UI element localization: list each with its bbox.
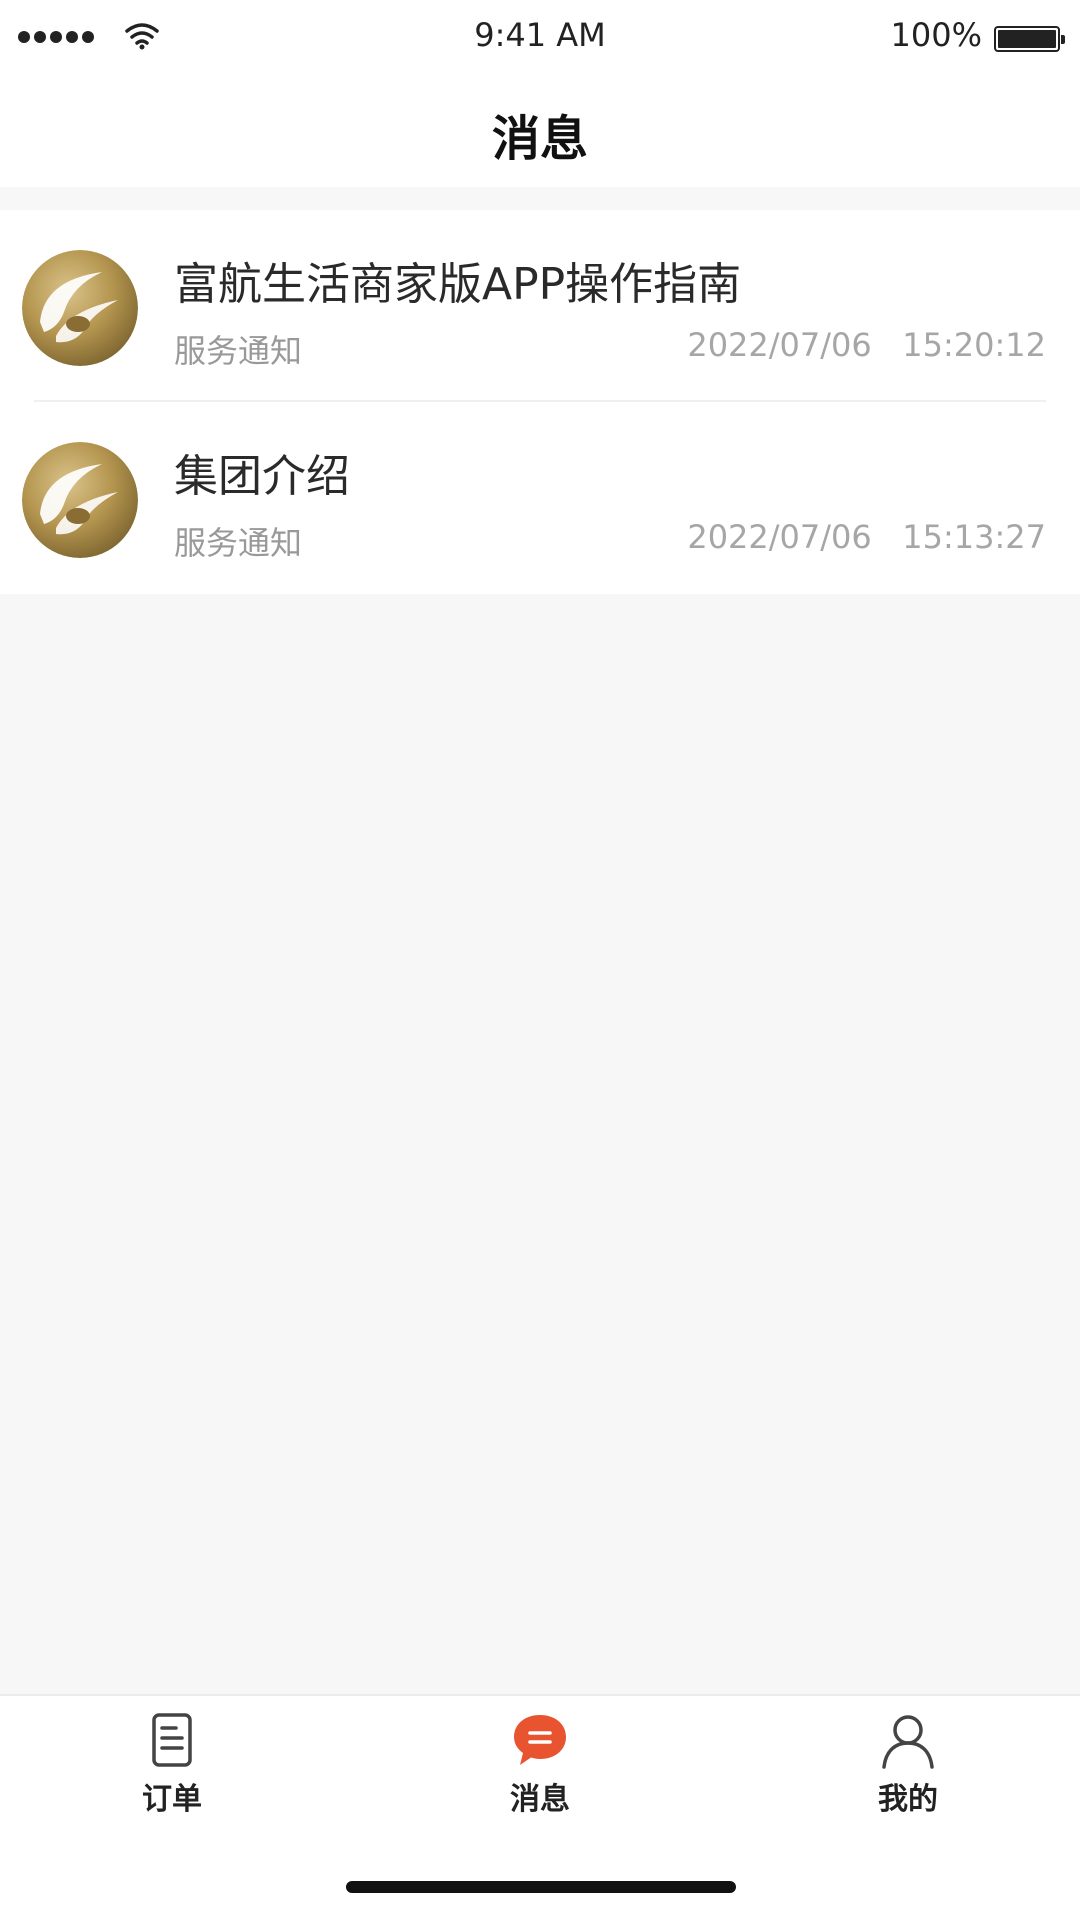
message-time: 15:13:27 [902,518,1046,556]
message-time: 15:20:12 [902,326,1046,364]
message-list: 富航生活商家版APP操作指南 服务通知 2022/07/06 15:20:12 … [0,210,1080,594]
tab-orders[interactable]: 订单 [102,1710,242,1830]
tab-mine[interactable]: 我的 [838,1710,978,1830]
user-icon [882,1715,934,1769]
message-title: 富航生活商家版APP操作指南 [174,259,742,310]
tab-label: 订单 [142,1782,202,1817]
message-item[interactable]: 集团介绍 服务通知 2022/07/06 15:13:27 [0,402,1080,594]
message-item[interactable]: 富航生活商家版APP操作指南 服务通知 2022/07/06 15:20:12 [0,210,1080,402]
battery-percentage: 100% [890,16,982,54]
message-timestamp: 2022/07/06 15:20:12 [687,326,1046,364]
message-date: 2022/07/06 [687,518,872,556]
tab-label: 我的 [878,1782,938,1817]
message-title: 集团介绍 [174,451,350,502]
company-logo-avatar [22,442,138,558]
company-logo-avatar [22,250,138,366]
message-type: 服务通知 [174,524,303,562]
status-bar: 9:41 AM 100% [0,0,1080,75]
battery-icon [994,26,1065,52]
navigation-bar: 消息 [0,75,1080,187]
document-list-icon [152,1713,192,1767]
message-date: 2022/07/06 [687,326,872,364]
tab-label: 消息 [510,1782,570,1817]
message-timestamp: 2022/07/06 15:13:27 [687,518,1046,556]
message-type: 服务通知 [174,332,303,370]
chat-bubble-icon [514,1715,566,1765]
home-indicator[interactable] [346,1881,736,1893]
page-title: 消息 [491,111,588,167]
tab-messages[interactable]: 消息 [470,1710,610,1830]
